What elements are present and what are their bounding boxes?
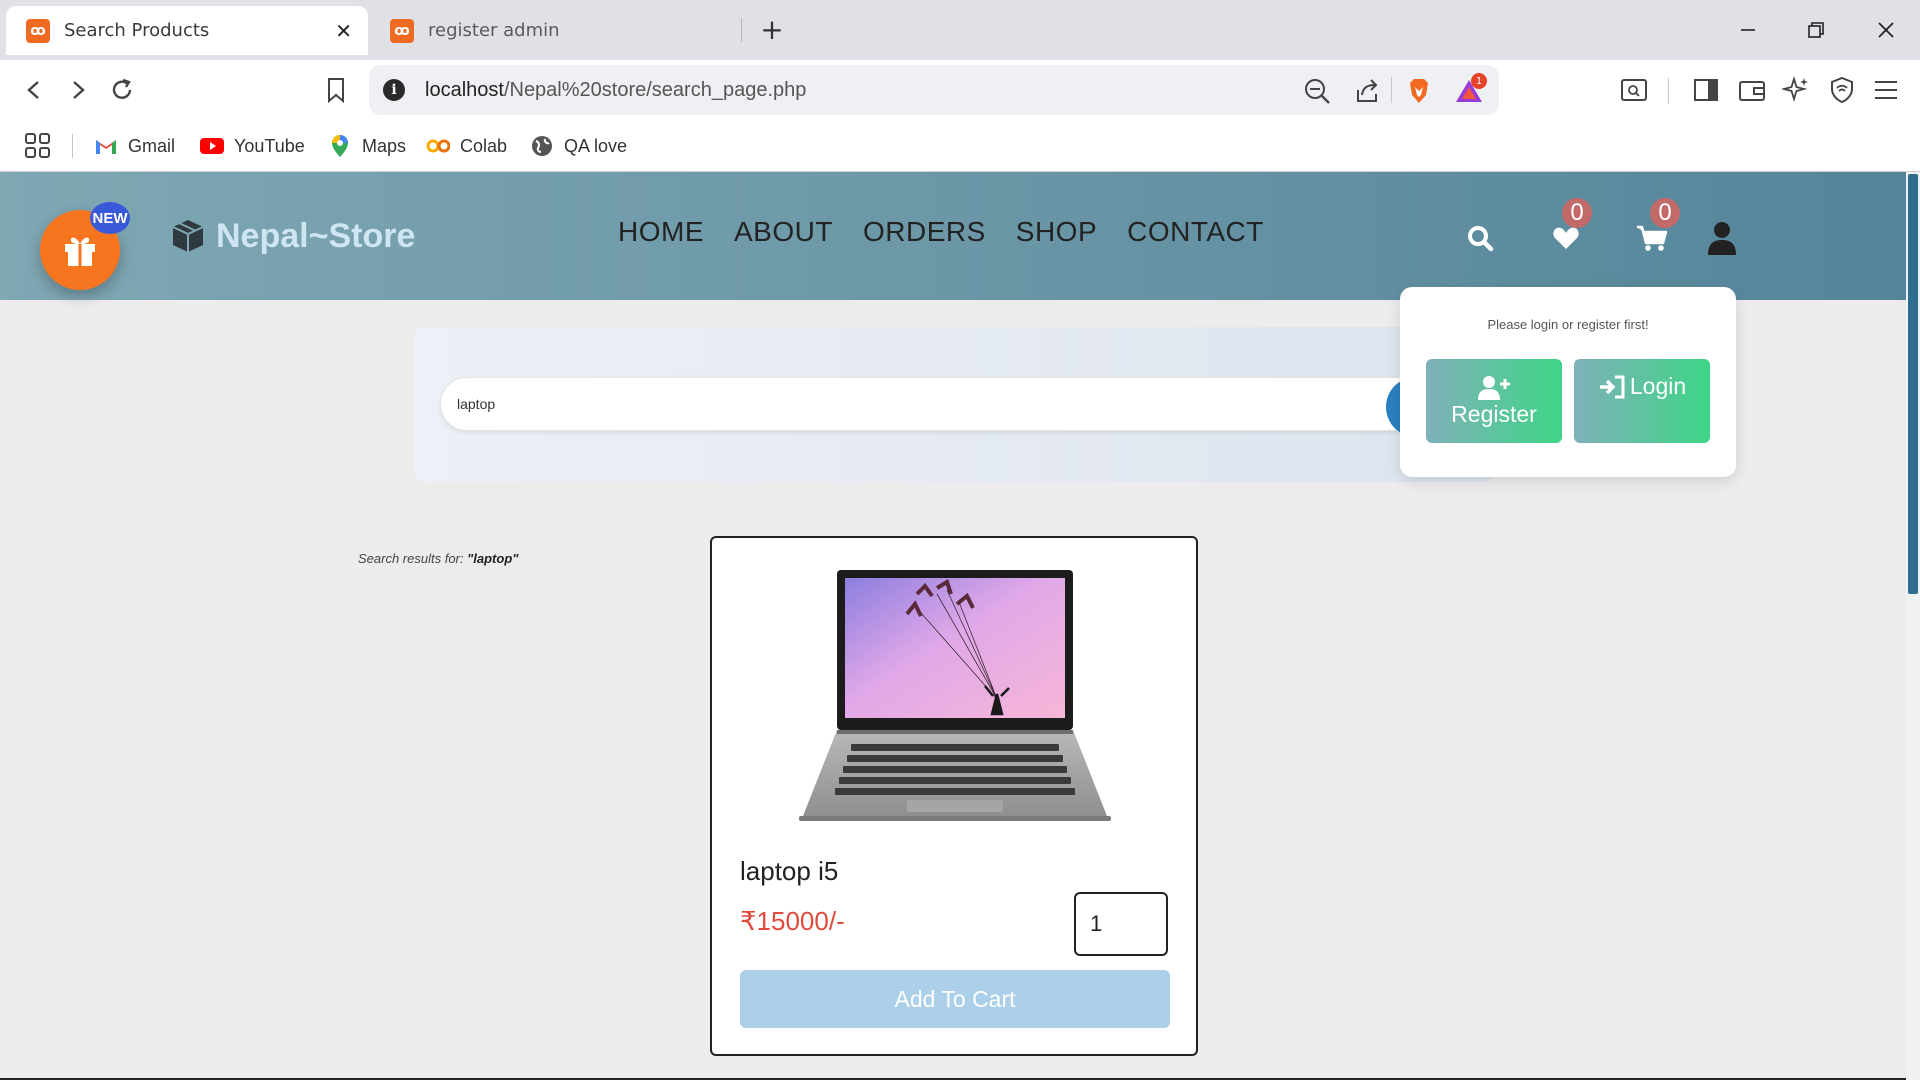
new-tab-button[interactable]: +	[755, 12, 789, 46]
login-prompt-text: Please login or register first!	[1487, 317, 1649, 332]
laptop-product-image[interactable]	[797, 564, 1113, 824]
bookmarks-bar: Gmail YouTube Maps Colab QA love	[0, 120, 1920, 172]
address-bar[interactable]: i localhost/Nepal%20store/search_page.ph…	[369, 65, 1499, 115]
browser-toolbar: i localhost/Nepal%20store/search_page.ph…	[0, 60, 1920, 120]
product-price: ₹15000/-	[740, 906, 845, 936]
site-header: NEW Nepal~Store HOME ABOUT ORDERS SHOP C…	[0, 172, 1906, 300]
bookmark-gmail[interactable]: Gmail	[94, 132, 175, 160]
tab-title: register admin	[428, 20, 560, 41]
tab-register-admin[interactable]: ꝏ register admin	[370, 6, 742, 55]
search-results-label: Search results for: "laptop"	[358, 551, 519, 566]
search-input[interactable]	[440, 377, 1470, 431]
login-button[interactable]: Login	[1574, 359, 1710, 443]
bookmark-page-icon[interactable]	[318, 70, 354, 110]
share-icon[interactable]	[1351, 75, 1383, 107]
tab-search-products[interactable]: ꝏ Search Products ✕	[6, 6, 368, 55]
brave-shields-icon[interactable]	[1403, 75, 1435, 107]
xampp-favicon-icon: ꝏ	[390, 18, 414, 43]
maps-icon	[328, 135, 352, 157]
user-icon[interactable]	[1704, 220, 1740, 256]
product-name[interactable]: laptop i5	[740, 856, 838, 887]
bookmark-colab[interactable]: Colab	[426, 132, 507, 160]
bookmark-youtube[interactable]: YouTube	[200, 132, 305, 160]
url-text[interactable]: localhost/Nepal%20store/search_page.php	[425, 79, 806, 102]
restore-icon[interactable]	[1796, 10, 1836, 50]
new-badge: NEW	[90, 202, 130, 234]
quantity-input[interactable]	[1074, 892, 1168, 956]
nav-about[interactable]: ABOUT	[734, 216, 833, 248]
product-card: laptop i5 ₹15000/- Add To Cart	[710, 536, 1198, 1056]
tab-strip: ꝏ Search Products ✕ ꝏ register admin +	[0, 0, 1920, 60]
bookmark-qa-love[interactable]: QA love	[530, 132, 627, 160]
search-icon[interactable]	[1462, 220, 1498, 256]
toolbar-divider	[1668, 78, 1669, 104]
close-window-icon[interactable]	[1866, 10, 1906, 50]
sign-in-icon	[1599, 375, 1625, 399]
vpn-shield-icon[interactable]	[1824, 72, 1860, 108]
nav-home[interactable]: HOME	[618, 216, 704, 248]
colab-icon	[426, 135, 450, 157]
nav-contact[interactable]: CONTACT	[1127, 216, 1264, 248]
scrollbar-thumb[interactable]	[1908, 174, 1918, 594]
minimize-icon[interactable]	[1728, 10, 1768, 50]
back-icon[interactable]	[14, 70, 54, 110]
close-tab-icon[interactable]: ✕	[335, 19, 352, 43]
reload-icon[interactable]	[102, 70, 142, 110]
youtube-icon	[200, 135, 224, 157]
zoom-out-icon[interactable]	[1301, 75, 1333, 107]
address-divider	[1391, 77, 1392, 103]
account-popup: Please login or register first! Register…	[1400, 287, 1736, 477]
gift-icon	[65, 237, 95, 266]
tab-title: Search Products	[64, 20, 210, 41]
user-plus-icon	[1478, 375, 1510, 400]
gmail-icon	[94, 135, 118, 157]
menu-icon[interactable]	[1868, 72, 1904, 108]
site-logo[interactable]: Nepal~Store	[170, 214, 415, 258]
nav-orders[interactable]: ORDERS	[863, 216, 986, 248]
cart-count-badge: 0	[1650, 198, 1680, 228]
forward-icon[interactable]	[58, 70, 98, 110]
page-viewport: NEW Nepal~Store HOME ABOUT ORDERS SHOP C…	[0, 172, 1906, 1080]
bookmark-maps[interactable]: Maps	[328, 132, 406, 160]
globe-icon	[530, 135, 554, 157]
sidebar-icon[interactable]	[1688, 72, 1724, 108]
wallet-icon[interactable]	[1734, 72, 1770, 108]
wishlist-count-badge: 0	[1562, 198, 1592, 228]
leo-ai-icon[interactable]	[1778, 72, 1814, 108]
brave-rewards-icon[interactable]: 1	[1453, 73, 1487, 107]
site-info-icon[interactable]: i	[383, 79, 405, 101]
search-panel	[414, 327, 1494, 482]
reader-mode-icon[interactable]	[1616, 72, 1652, 108]
main-nav: HOME ABOUT ORDERS SHOP CONTACT	[618, 216, 1294, 248]
bookmarks-divider	[72, 134, 73, 158]
apps-grid-icon[interactable]	[24, 132, 52, 160]
nav-shop[interactable]: SHOP	[1016, 216, 1097, 248]
brand-name: Nepal~Store	[216, 216, 416, 255]
rewards-count-badge: 1	[1471, 73, 1487, 89]
xampp-favicon-icon: ꝏ	[26, 18, 50, 43]
cube-logo-icon	[172, 220, 204, 252]
register-button[interactable]: Register	[1426, 359, 1562, 443]
add-to-cart-button[interactable]: Add To Cart	[740, 970, 1170, 1028]
